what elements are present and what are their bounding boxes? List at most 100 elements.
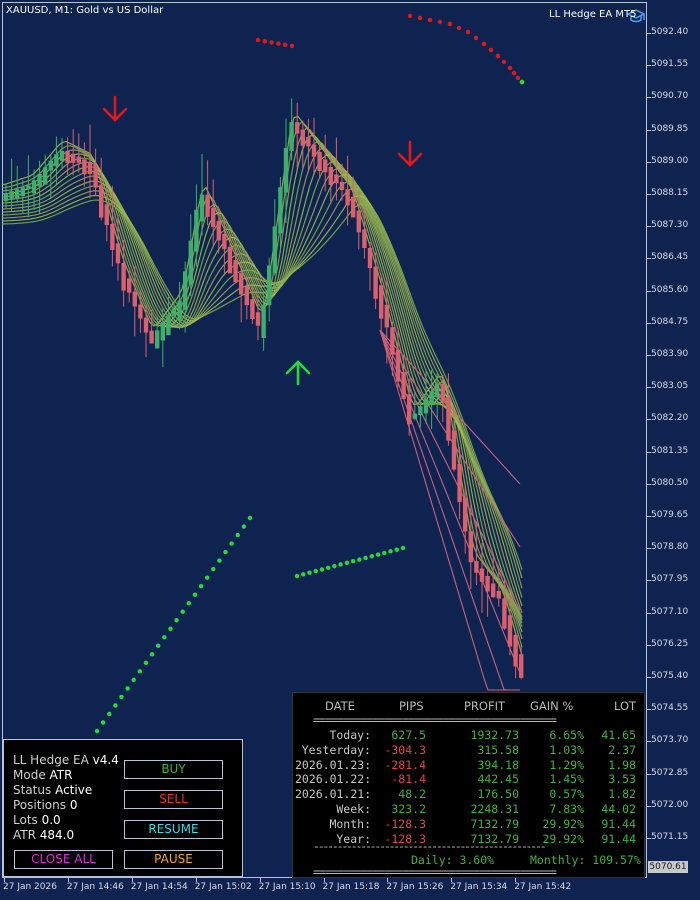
price-tick-label: 5076.25	[651, 638, 689, 649]
candle-body	[99, 184, 104, 218]
stats-row-profit: 315.58	[477, 742, 519, 757]
signal-dot	[417, 15, 423, 21]
stats-row-lot: 1.82	[608, 787, 636, 802]
signal-dot	[255, 37, 261, 43]
arrow-down-icon	[102, 95, 128, 122]
signal-dot	[289, 43, 295, 49]
candle-body	[513, 634, 518, 667]
signal-dot	[465, 29, 471, 35]
price-tick	[647, 483, 651, 485]
stats-row-gain: 1.45%	[549, 772, 584, 787]
stats-row-profit: 2248.31	[470, 802, 519, 816]
time-tick-label: 27 Jan 15:18	[322, 882, 380, 892]
stats-row-gain: 1.03%	[549, 742, 584, 757]
candle-body	[127, 278, 132, 293]
candle-body	[435, 383, 440, 398]
stats-row-label: Week:	[336, 802, 371, 816]
candle-body	[121, 263, 126, 291]
candle-body	[407, 394, 412, 425]
time-tick-label: 27 Jan 14:46	[66, 882, 124, 892]
buy-button[interactable]: BUY	[124, 760, 223, 779]
ea-watermark-label: LL Hedge EA MT5	[549, 9, 637, 20]
price-tick	[647, 741, 651, 743]
candle-body	[48, 160, 53, 171]
candle-body	[507, 615, 513, 647]
time-tick-label: 27 Jan 15:10	[258, 882, 316, 892]
candle-body	[440, 383, 445, 403]
price-tick-label: 5081.35	[651, 445, 689, 456]
chart-window[interactable]: XAUUSD, M1: Gold vs US Dollar LL Hedge E…	[0, 0, 700, 900]
close-all-button[interactable]: CLOSE ALL	[14, 850, 113, 869]
candle-body	[71, 153, 76, 163]
signal-dot	[515, 75, 521, 81]
candle-body	[194, 209, 199, 252]
candle-body	[205, 194, 210, 217]
signal-dot	[350, 558, 356, 564]
sell-button[interactable]: SELL	[124, 790, 223, 809]
ea-version: v4.4	[92, 753, 119, 767]
price-tick	[647, 161, 651, 163]
candle-body	[37, 173, 42, 187]
time-tick	[195, 878, 197, 882]
candle-body	[317, 152, 322, 172]
candle-body	[104, 204, 109, 226]
candle-body	[311, 144, 317, 157]
signal-dot	[456, 25, 462, 31]
signal-dot	[217, 558, 222, 563]
price-tick	[647, 322, 651, 324]
candle-body	[15, 189, 20, 199]
mode-value: ATR	[49, 768, 73, 782]
candle-body	[395, 349, 401, 382]
candle-body	[502, 598, 507, 629]
candle-body	[468, 531, 473, 563]
signal-dot	[223, 549, 228, 555]
signal-dot	[131, 677, 136, 683]
ea-mode-row: Mode ATR	[13, 768, 72, 782]
candle-body	[334, 174, 339, 184]
header-date: DATE	[325, 699, 355, 713]
price-tick	[647, 451, 651, 453]
signal-dot	[283, 42, 288, 47]
price-tick	[647, 838, 651, 839]
arrow-up-icon	[285, 360, 311, 386]
signal-dot	[313, 568, 318, 574]
price-tick	[647, 290, 651, 292]
candle-body	[82, 159, 87, 175]
price-tick-label: 5087.30	[651, 220, 689, 231]
candle-body	[65, 151, 70, 163]
pause-button[interactable]: PAUSE	[124, 850, 223, 869]
stats-row-label: 2026.01.21:	[295, 787, 372, 802]
price-tick-label: 5083.90	[651, 349, 689, 359]
candle-body	[59, 151, 65, 161]
signal-dot	[332, 563, 337, 569]
candle-body	[250, 299, 255, 320]
stats-row-profit: 1932.73	[470, 728, 519, 742]
candle-body	[519, 654, 524, 678]
header-profit: PROFIT	[464, 699, 506, 713]
bottom-separator: ========================================…	[313, 865, 557, 879]
candle-body	[339, 181, 345, 191]
stats-row-lot: 3.53	[608, 772, 636, 787]
resume-button[interactable]: RESUME	[124, 820, 223, 839]
candle-body	[171, 308, 177, 316]
header-gain: GAIN %	[530, 699, 574, 713]
price-tick	[647, 548, 651, 550]
candle-body	[110, 223, 115, 250]
candle-body	[26, 185, 31, 190]
time-tick	[323, 878, 325, 882]
signal-dot	[198, 583, 204, 589]
price-tick	[647, 677, 651, 678]
candle-body	[295, 122, 300, 134]
price-tick-label: 5089.00	[651, 155, 689, 166]
time-tick	[515, 878, 517, 882]
price-tick-label: 5085.60	[651, 284, 689, 295]
price-tick	[647, 419, 651, 421]
price-tick-label: 5083.05	[651, 381, 689, 392]
candle-body	[166, 315, 171, 336]
signal-dot	[427, 17, 433, 23]
candle-body	[373, 266, 378, 299]
signal-dot	[204, 575, 210, 580]
price-tick-label: 5090.70	[651, 91, 689, 102]
price-tick-label: 5080.50	[651, 477, 689, 488]
signal-dot	[507, 65, 513, 71]
